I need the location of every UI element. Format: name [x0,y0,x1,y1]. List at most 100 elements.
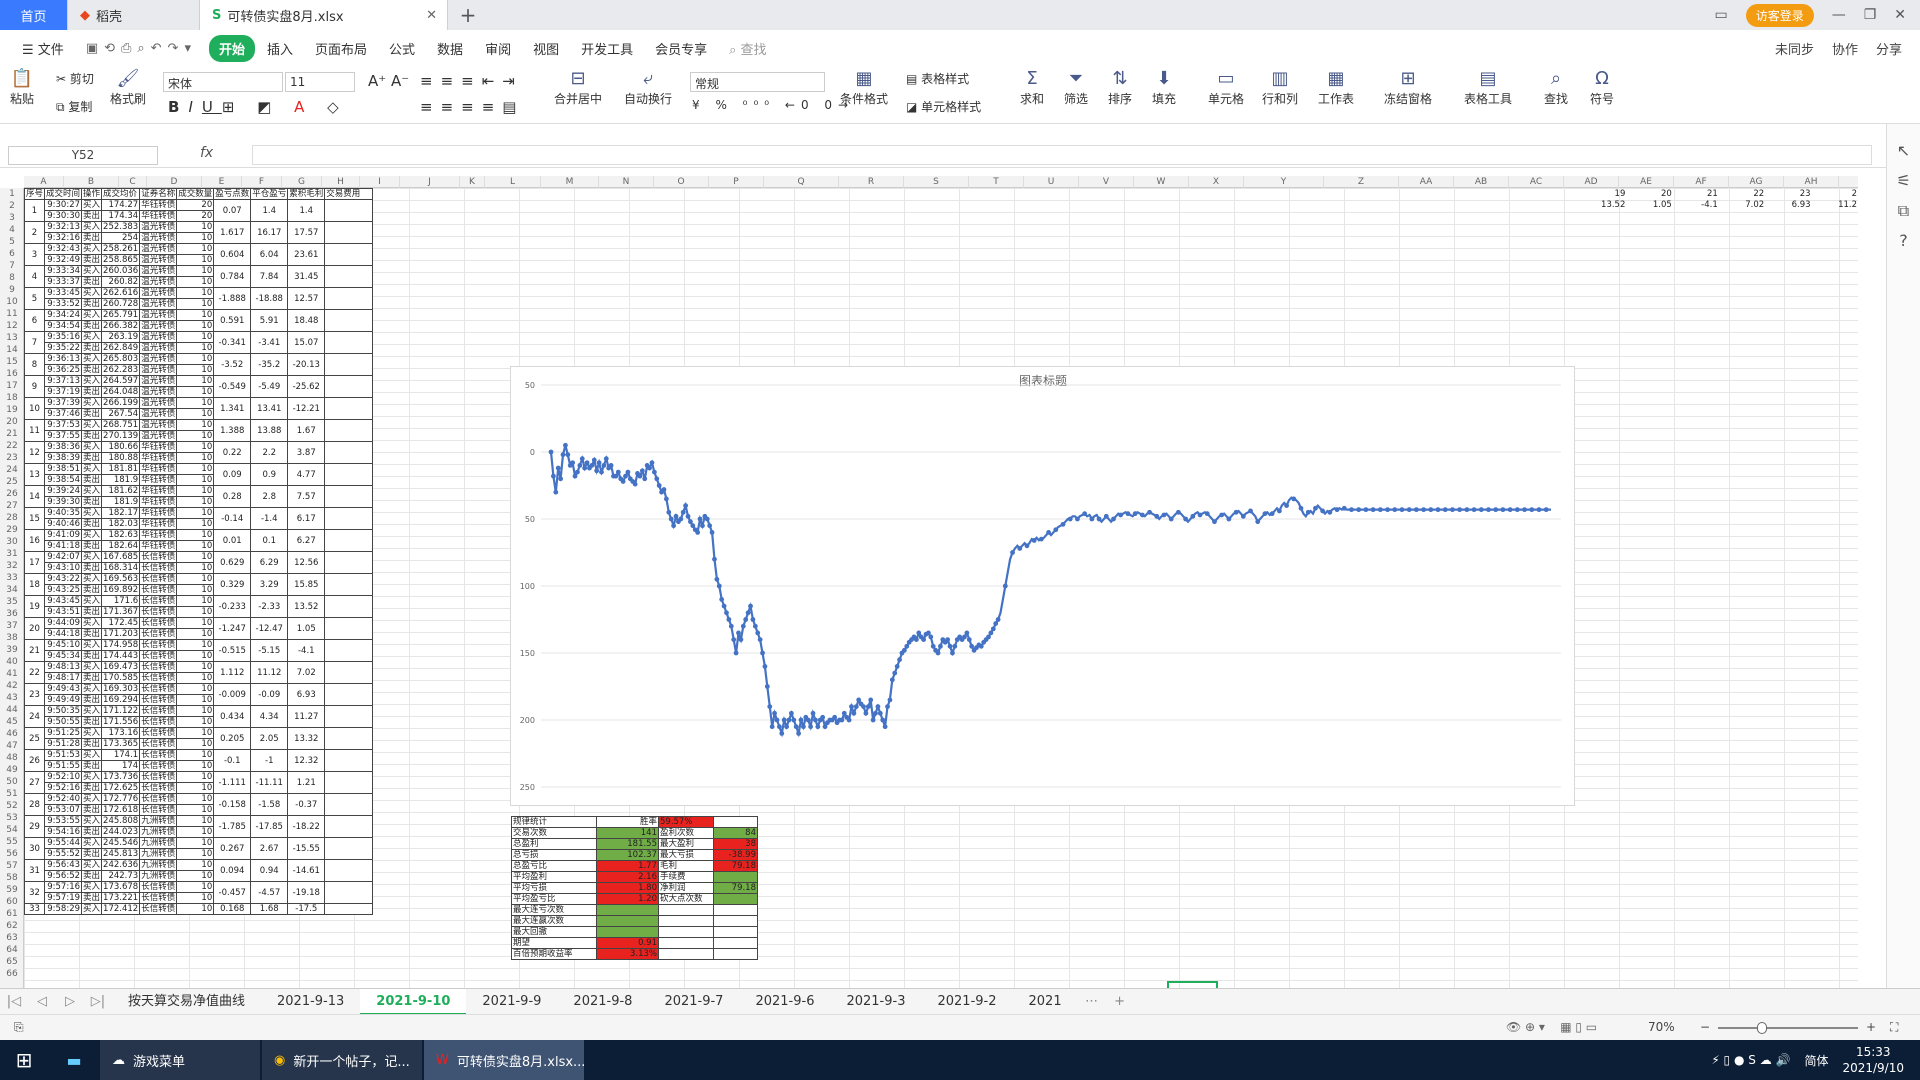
column-header[interactable]: C [119,176,147,188]
fee-cell[interactable] [324,309,374,332]
sheet-tab[interactable]: 2021-9-3 [830,989,921,1015]
trade-cell[interactable]: 卖出 [81,606,103,618]
trade-cell[interactable]: 华钰转债 [139,496,178,508]
pnl-cell[interactable]: -1.888 [213,287,252,310]
trade-cell[interactable]: 173.678 [101,881,141,893]
fee-cell[interactable] [324,815,374,838]
trade-number-cell[interactable]: 16 [23,529,46,552]
trade-cell[interactable]: 温光转债 [139,342,178,354]
trade-cell[interactable]: 温光转债 [139,386,178,398]
column-header[interactable]: AB [1454,176,1509,188]
trade-cell[interactable]: 长信转债 [139,694,178,706]
trade-cell[interactable]: 10 [176,254,215,266]
fee-cell[interactable] [324,859,374,882]
desktop-icon[interactable]: ▬ [48,1051,100,1070]
pnl-cell[interactable]: 1.112 [213,661,252,684]
fee-cell[interactable] [324,903,374,915]
trade-cell[interactable]: 268.751 [101,419,141,431]
trade-cell[interactable]: 9:52:10 [44,771,83,783]
pnl-cell[interactable]: 0.22 [213,441,252,464]
pnl-cell[interactable]: 18.48 [287,309,326,332]
trade-cell[interactable]: 温光转债 [139,232,178,244]
pnl-cell[interactable]: -11.11 [250,771,289,794]
pnl-cell[interactable]: 0.9 [250,463,289,486]
sheet-tab[interactable]: 2021-9-8 [557,989,648,1015]
trade-cell[interactable]: 9:33:52 [44,298,83,310]
trade-cell[interactable]: 9:45:10 [44,639,83,651]
trade-cell[interactable]: 卖出 [81,232,103,244]
trade-cell[interactable]: 174 [101,760,141,772]
column-header[interactable]: Q [764,176,839,188]
header-cell[interactable]: 累积毛利 [287,188,326,200]
right-cell[interactable]: 21 [1673,188,1719,199]
stats-cell[interactable]: 最大连亏次数 [511,904,597,916]
pnl-cell[interactable]: 0.28 [213,485,252,508]
fee-cell[interactable] [324,705,374,728]
trade-cell[interactable]: 温光转债 [139,397,178,409]
stats-cell[interactable] [596,915,659,927]
trade-cell[interactable]: 9:56:43 [44,859,83,871]
trade-cell[interactable]: 9:36:25 [44,364,83,376]
pnl-cell[interactable]: 6.27 [287,529,326,552]
trade-cell[interactable]: 10 [176,320,215,332]
trade-cell[interactable]: 9:50:35 [44,705,83,717]
trade-cell[interactable]: 9:42:07 [44,551,83,563]
column-header[interactable]: AI [1839,176,1858,188]
fee-cell[interactable] [324,551,374,574]
trade-cell[interactable]: 买入 [81,859,103,871]
trade-cell[interactable]: 172.618 [101,804,141,816]
trade-cell[interactable]: 266.199 [101,397,141,409]
trade-cell[interactable]: 167.685 [101,551,141,563]
menu-developer[interactable]: 开发工具 [571,35,643,62]
trade-cell[interactable]: 九洲转债 [139,826,178,838]
trade-number-cell[interactable]: 25 [23,727,46,750]
trade-cell[interactable]: 卖出 [81,848,103,860]
pnl-cell[interactable]: 15.85 [287,573,326,596]
row-header[interactable]: 21 [0,428,24,440]
pnl-cell[interactable]: 0.1 [250,529,289,552]
menu-search[interactable]: ⌕ 查找 [719,35,776,62]
pnl-cell[interactable]: 17.57 [287,221,326,244]
equity-chart[interactable]: 图表标题 50 0 50 100 150 200 250 [510,366,1575,806]
trade-cell[interactable]: 9:37:13 [44,375,83,387]
stats-cell[interactable] [713,937,758,949]
trade-number-cell[interactable]: 17 [23,551,46,574]
zoom-slider-handle[interactable] [1757,1022,1767,1034]
row-header[interactable]: 13 [0,332,24,344]
row-header[interactable]: 64 [0,944,24,956]
trade-cell[interactable]: 温光转债 [139,276,178,288]
column-header[interactable]: Z [1324,176,1399,188]
trade-cell[interactable]: 温光转债 [139,331,178,343]
trade-cell[interactable]: 卖出 [81,518,103,530]
row-header[interactable]: 41 [0,668,24,680]
stats-cell[interactable]: 总盈利 [511,838,597,850]
row-header[interactable]: 4 [0,224,24,236]
row-header[interactable]: 38 [0,632,24,644]
column-header[interactable]: AF [1674,176,1729,188]
pnl-cell[interactable]: 1.388 [213,419,252,442]
trade-cell[interactable]: 卖出 [81,870,103,882]
trade-cell[interactable]: 长信转债 [139,903,178,915]
quick-tools-icon[interactable]: ▣⟲⎙⌕↶↷▾ [76,37,207,60]
trade-cell[interactable]: 9:38:54 [44,474,83,486]
pnl-cell[interactable]: 12.56 [287,551,326,574]
stats-cell[interactable]: 0.91 [596,937,659,949]
row-header[interactable]: 20 [0,416,24,428]
trade-cell[interactable]: 9:53:07 [44,804,83,816]
trade-cell[interactable]: 长信转债 [139,705,178,717]
row-header[interactable]: 5 [0,236,24,248]
pnl-cell[interactable]: -0.37 [287,793,326,816]
fee-cell[interactable] [324,661,374,684]
pnl-cell[interactable]: 2.67 [250,837,289,860]
trade-cell[interactable]: 10 [176,331,215,343]
row-header[interactable]: 22 [0,440,24,452]
trade-cell[interactable]: 245.808 [101,815,141,827]
trade-cell[interactable]: 10 [176,551,215,563]
trade-cell[interactable]: 买入 [81,595,103,607]
fee-cell[interactable] [324,617,374,640]
clock[interactable]: 15:33 2021/9/10 [1842,1044,1904,1076]
stats-cell[interactable]: 交易次数 [511,827,597,839]
pnl-cell[interactable]: -18.88 [250,287,289,310]
trade-cell[interactable]: 174.1 [101,749,141,761]
pnl-cell[interactable]: 12.32 [287,749,326,772]
